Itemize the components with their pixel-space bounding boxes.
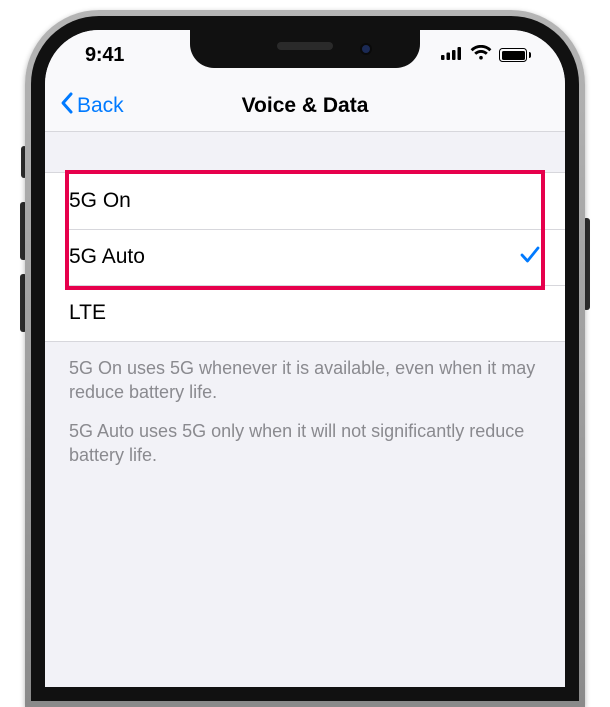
option-5g-auto[interactable]: 5G Auto (45, 229, 565, 285)
footer-description: 5G On uses 5G whenever it is available, … (45, 342, 565, 481)
screen: 9:41 (45, 30, 565, 687)
chevron-left-icon (59, 91, 75, 121)
wifi-icon (470, 45, 492, 66)
footer-line-1: 5G On uses 5G whenever it is available, … (69, 356, 541, 405)
options-list: 5G On 5G Auto LTE (45, 172, 565, 342)
checkmark-icon (519, 243, 541, 271)
battery-icon (499, 48, 531, 62)
cellular-icon (441, 46, 463, 65)
back-button[interactable]: Back (59, 91, 124, 121)
back-label: Back (77, 94, 124, 118)
status-icons (441, 45, 531, 66)
status-time: 9:41 (85, 44, 124, 67)
option-label: LTE (69, 301, 106, 325)
notch (190, 30, 420, 68)
device-frame: 9:41 (25, 10, 585, 707)
option-label: 5G Auto (69, 245, 145, 269)
option-5g-on[interactable]: 5G On (45, 173, 565, 229)
front-camera (360, 43, 372, 55)
speaker-grille (277, 42, 333, 50)
nav-bar: Back Voice & Data (45, 80, 565, 132)
page-title: Voice & Data (242, 94, 369, 118)
option-label: 5G On (69, 189, 131, 213)
option-lte[interactable]: LTE (45, 285, 565, 341)
footer-line-2: 5G Auto uses 5G only when it will not si… (69, 419, 541, 468)
